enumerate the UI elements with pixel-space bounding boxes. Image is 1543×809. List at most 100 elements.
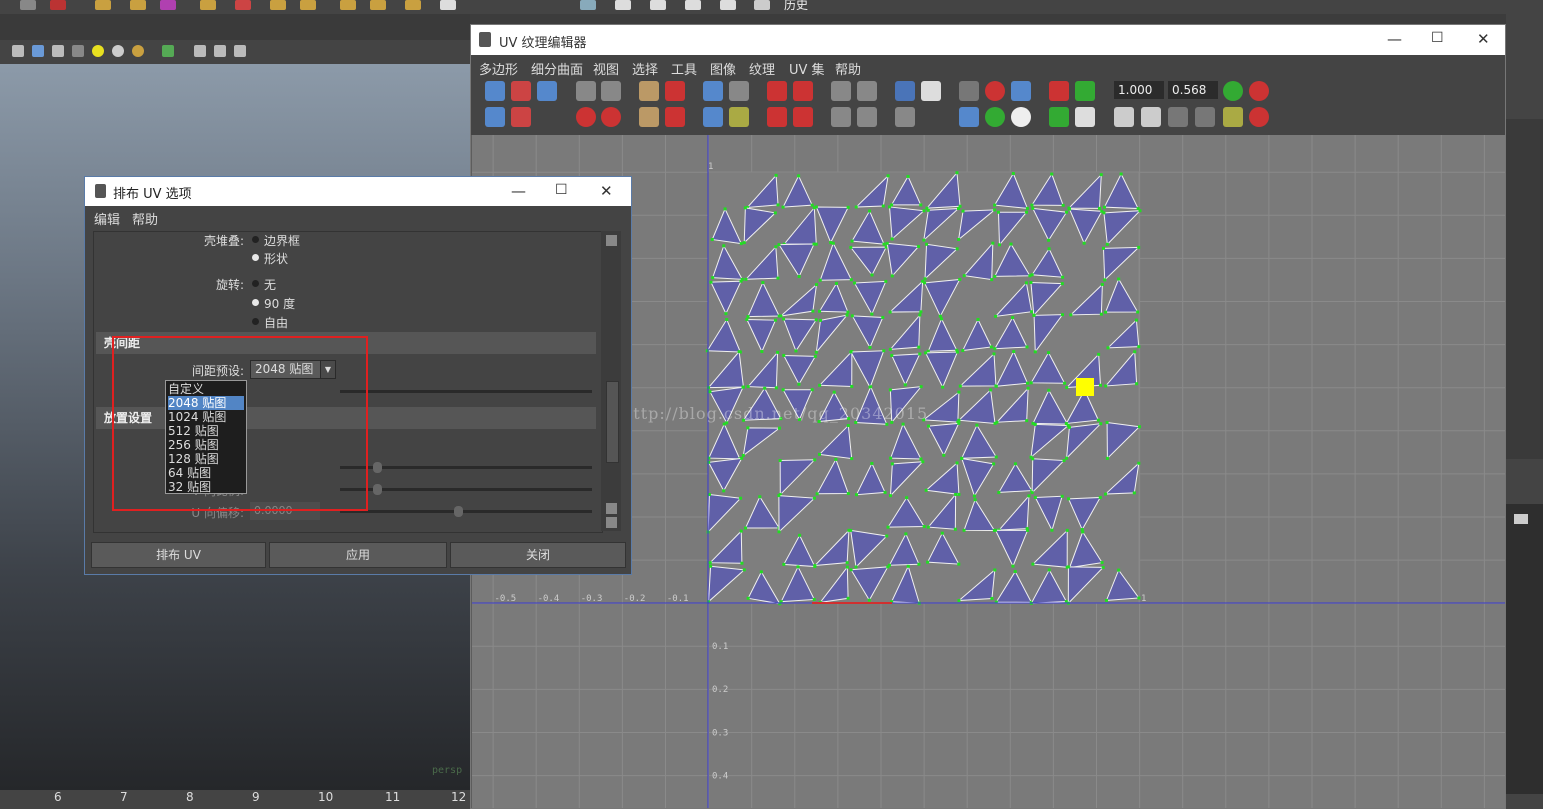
filter-icon[interactable] xyxy=(1075,107,1095,127)
wireframe-icon[interactable] xyxy=(12,45,24,57)
shelf-tool-icon[interactable] xyxy=(200,0,216,10)
scroll-down-icon[interactable] xyxy=(606,517,617,528)
menu-polygons[interactable]: 多边形 xyxy=(479,59,518,78)
unfold-icon[interactable] xyxy=(703,107,723,127)
spacing-preset-dropdown-list[interactable]: 自定义 2048 贴图 1024 贴图 512 贴图 256 贴图 128 贴图… xyxy=(165,380,247,494)
rotate-cw-icon[interactable] xyxy=(601,107,621,127)
dropdown-option[interactable]: 32 贴图 xyxy=(168,480,244,494)
minimize-icon[interactable]: — xyxy=(1387,30,1402,48)
copy-uv-icon[interactable] xyxy=(1114,107,1134,127)
resolution-gate-icon[interactable] xyxy=(214,45,226,57)
align-min-v-icon[interactable] xyxy=(767,107,787,127)
shelf-tool-icon[interactable] xyxy=(440,0,456,10)
dropdown-option[interactable]: 自定义 xyxy=(168,382,244,396)
uv-editor-titlebar[interactable]: UV 纹理编辑器 — ☐ ✕ xyxy=(471,25,1505,55)
share-icon[interactable] xyxy=(234,45,246,57)
scroll-thumb[interactable] xyxy=(606,381,619,463)
menu-texture[interactable]: 纹理 xyxy=(749,59,775,78)
ao-icon[interactable] xyxy=(132,45,144,57)
select-face-icon[interactable] xyxy=(831,107,851,127)
scroll-up-icon[interactable] xyxy=(606,235,617,246)
history-icon[interactable] xyxy=(754,0,770,10)
alpha-channel-icon[interactable] xyxy=(1011,107,1031,127)
select-edge-icon[interactable] xyxy=(857,107,877,127)
uv-tool-icon[interactable] xyxy=(511,81,531,101)
shelf-tool-icon[interactable] xyxy=(650,0,666,10)
cut-uv-icon[interactable] xyxy=(639,81,659,101)
image-display-icon[interactable] xyxy=(895,81,915,101)
menu-subdiv[interactable]: 细分曲面 xyxy=(531,59,583,78)
uv-u-value-field[interactable]: 1.000 xyxy=(1114,81,1164,99)
dropdown-option[interactable]: 128 贴图 xyxy=(168,452,244,466)
align-max-v-icon[interactable] xyxy=(793,107,813,127)
dialog-titlebar[interactable]: 排布 UV 选项 — ☐ ✕ xyxy=(85,177,631,206)
u-offset-slider-knob[interactable] xyxy=(454,506,463,517)
uv-tool-icon[interactable] xyxy=(511,107,531,127)
smooth-shade-icon[interactable] xyxy=(32,45,44,57)
shelf-tool-icon[interactable] xyxy=(235,0,251,10)
shelf-tool-icon[interactable] xyxy=(685,0,701,10)
shelf-tool-icon[interactable] xyxy=(20,0,36,10)
shelf-tool-icon[interactable] xyxy=(300,0,316,10)
select-border-icon[interactable] xyxy=(857,81,877,101)
uv-v-value-field[interactable]: 0.568 xyxy=(1168,81,1218,99)
shelf-tool-icon[interactable] xyxy=(130,0,146,10)
light-icon[interactable] xyxy=(92,45,104,57)
history-label[interactable]: 历史 xyxy=(784,0,808,13)
rgb-channels-icon[interactable] xyxy=(985,107,1005,127)
flip-u-icon[interactable] xyxy=(576,81,596,101)
menu-select[interactable]: 选择 xyxy=(632,59,658,78)
menu-tool[interactable]: 工具 xyxy=(671,59,697,78)
shelf-tool-icon[interactable] xyxy=(340,0,356,10)
move-sew-icon[interactable] xyxy=(665,107,685,127)
texture-borders-icon[interactable] xyxy=(959,107,979,127)
paste-v-icon[interactable] xyxy=(1195,107,1215,127)
sew-uv-icon[interactable] xyxy=(639,107,659,127)
align-min-u-icon[interactable] xyxy=(767,81,787,101)
cycle-uv-icon[interactable] xyxy=(1223,107,1243,127)
grid-uv-icon[interactable] xyxy=(729,81,749,101)
menu-help[interactable]: 帮助 xyxy=(132,209,158,228)
maximize-icon[interactable]: ☐ xyxy=(1431,30,1444,46)
menu-edit[interactable]: 编辑 xyxy=(94,209,120,228)
shadow-icon[interactable] xyxy=(112,45,124,57)
split-uv-icon[interactable] xyxy=(665,81,685,101)
menu-uv-sets[interactable]: UV 集 xyxy=(789,59,825,78)
apply-button[interactable]: 应用 xyxy=(269,542,447,568)
relax-icon[interactable] xyxy=(729,107,749,127)
shelf-tool-icon[interactable] xyxy=(50,0,66,10)
shelf-tool-icon[interactable] xyxy=(615,0,631,10)
u-offset-slider[interactable] xyxy=(340,510,592,513)
dropdown-option[interactable]: 256 贴图 xyxy=(168,438,244,452)
v-scale-slider-knob[interactable] xyxy=(373,484,382,495)
radio-rotate-free[interactable] xyxy=(252,318,259,325)
shelf-tool-icon[interactable] xyxy=(720,0,736,10)
dropdown-option[interactable]: 64 贴图 xyxy=(168,466,244,480)
isolate-icon[interactable] xyxy=(162,45,174,57)
grid-display-icon[interactable] xyxy=(959,81,979,101)
menu-image[interactable]: 图像 xyxy=(710,59,736,78)
timeline[interactable]: 6 7 8 9 10 11 12 xyxy=(0,790,470,809)
radio-bounding-box[interactable] xyxy=(252,236,259,243)
radio-rotate-none[interactable] xyxy=(252,280,259,287)
shelf-tool-icon[interactable] xyxy=(580,0,596,10)
shelf-tool-icon[interactable] xyxy=(370,0,386,10)
refresh-v-icon[interactable] xyxy=(1249,81,1269,101)
menu-help[interactable]: 帮助 xyxy=(835,59,861,78)
maximize-icon[interactable]: ☐ xyxy=(555,182,568,198)
shelf-tool-icon[interactable] xyxy=(160,0,176,10)
shelf-tool-icon[interactable] xyxy=(405,0,421,10)
paste-uv-icon[interactable] xyxy=(1141,107,1161,127)
update-psd-icon[interactable] xyxy=(1049,107,1069,127)
scroll-down-icon[interactable] xyxy=(606,503,617,514)
close-button[interactable]: 关闭 xyxy=(450,542,626,568)
close-icon[interactable]: ✕ xyxy=(1477,30,1490,48)
menu-view[interactable]: 视图 xyxy=(593,59,619,78)
rotate-ccw-icon[interactable] xyxy=(576,107,596,127)
shelf-tool-icon[interactable] xyxy=(270,0,286,10)
radio-rotate-90[interactable] xyxy=(252,299,259,306)
align-max-u-icon[interactable] xyxy=(793,81,813,101)
shaded-uv-icon[interactable] xyxy=(1011,81,1031,101)
minimize-icon[interactable]: — xyxy=(511,182,526,200)
refresh-u-icon[interactable] xyxy=(1223,81,1243,101)
